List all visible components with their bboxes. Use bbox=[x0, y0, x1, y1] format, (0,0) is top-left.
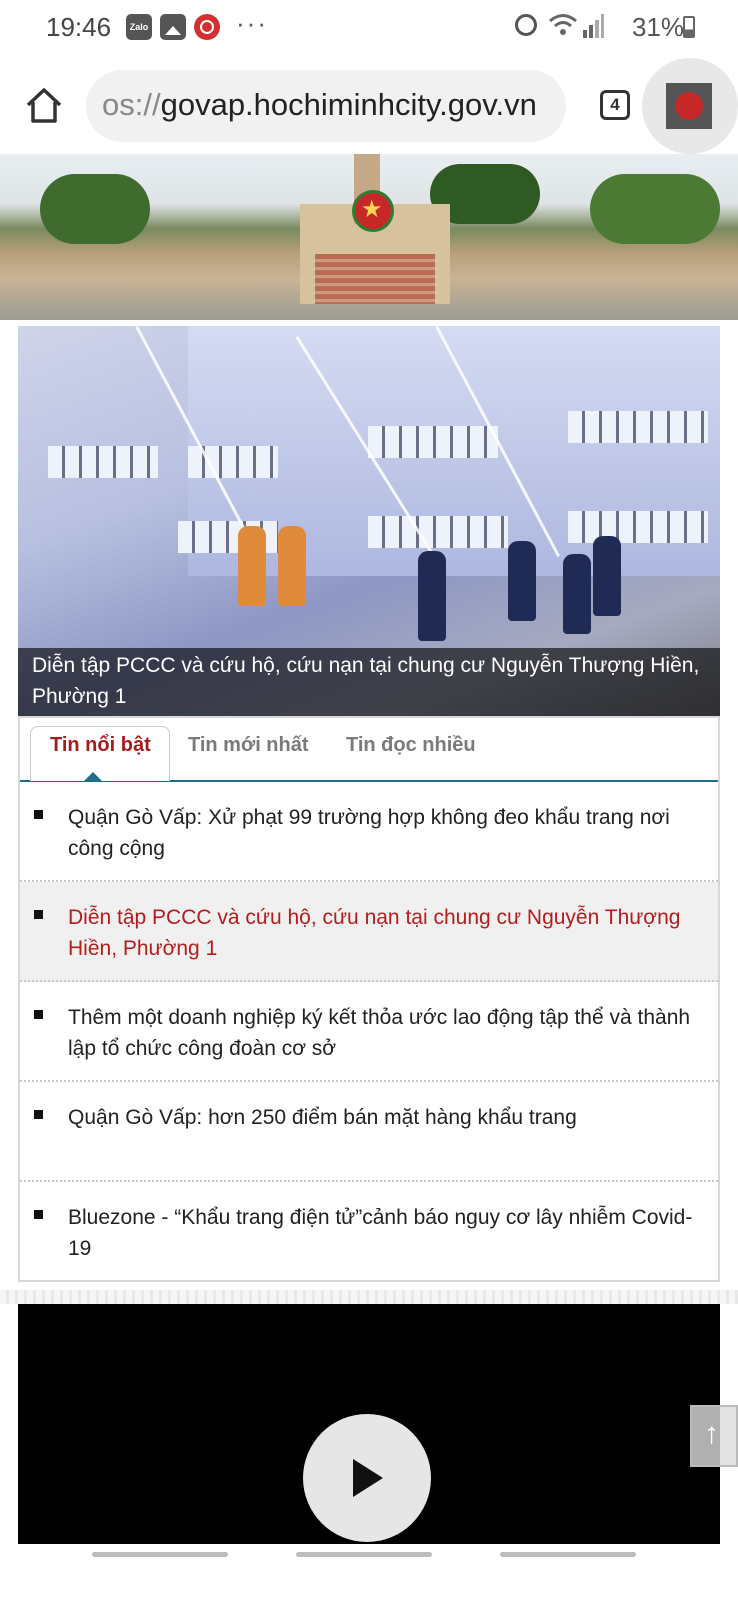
video-player[interactable] bbox=[18, 1304, 720, 1544]
news-item-title[interactable]: Quận Gò Vấp: Xử phạt 99 trường hợp không… bbox=[68, 802, 698, 864]
feature-photo-firefighter bbox=[418, 551, 446, 641]
signal-icon bbox=[583, 14, 604, 38]
section-divider bbox=[0, 1290, 738, 1304]
bullet-icon bbox=[34, 1110, 43, 1119]
feature-photo-window bbox=[568, 511, 708, 543]
news-tabs: Tin nổi bật Tin mới nhất Tin đọc nhiều bbox=[20, 718, 718, 782]
url-host: govap.hochiminhcity.gov.vn bbox=[160, 87, 537, 122]
feature-photo-window bbox=[568, 411, 708, 443]
feature-photo-window bbox=[368, 516, 508, 548]
header-banner-image bbox=[0, 154, 738, 320]
star-emblem-icon bbox=[352, 190, 394, 232]
address-bar[interactable]: os://govap.hochiminhcity.gov.vn bbox=[86, 70, 566, 142]
play-icon[interactable] bbox=[303, 1414, 431, 1542]
more-notifications-icon: ··· bbox=[236, 8, 268, 38]
battery-percent: 31% bbox=[631, 12, 684, 42]
browser-toolbar: os://govap.hochiminhcity.gov.vn 4 bbox=[0, 56, 738, 154]
featured-article[interactable]: Diễn tập PCCC và cứu hộ, cứu nạn tại chu… bbox=[18, 326, 720, 716]
active-tab-indicator bbox=[84, 772, 102, 781]
arrow-up-icon: ↑ bbox=[704, 1417, 719, 1450]
banner-tree bbox=[590, 174, 720, 244]
news-list-item[interactable]: Thêm một doanh nghiệp ký kết thỏa ước la… bbox=[20, 982, 718, 1082]
tab-tin-noi-bat[interactable]: Tin nổi bật bbox=[50, 734, 151, 757]
status-time: 19:46 bbox=[46, 12, 112, 42]
news-item-title[interactable]: Diễn tập PCCC và cứu hộ, cứu nạn tại chu… bbox=[68, 902, 698, 964]
home-icon[interactable] bbox=[24, 86, 64, 126]
feature-photo-window bbox=[368, 426, 498, 458]
zalo-icon: Zalo bbox=[126, 14, 152, 40]
banner-steps bbox=[315, 254, 435, 304]
status-bar: 19:46 Zalo ··· 31% bbox=[0, 0, 738, 56]
gallery-icon bbox=[160, 14, 186, 40]
feature-photo-firefighter bbox=[278, 526, 306, 606]
banner-tree bbox=[40, 174, 150, 244]
news-list-item[interactable]: Quận Gò Vấp: Xử phạt 99 trường hợp không… bbox=[20, 782, 718, 882]
feature-photo-window bbox=[48, 446, 158, 478]
bullet-icon bbox=[34, 910, 43, 919]
news-panel: Tin nổi bật Tin mới nhất Tin đọc nhiều Q… bbox=[18, 716, 720, 1282]
feature-photo-firefighter bbox=[593, 536, 621, 616]
extension-icon bbox=[666, 83, 712, 129]
featured-article-caption[interactable]: Diễn tập PCCC và cứu hộ, cứu nạn tại chu… bbox=[18, 648, 720, 716]
notification-app-icon bbox=[194, 14, 220, 40]
tab-tin-doc-nhieu[interactable]: Tin đọc nhiều bbox=[346, 734, 476, 757]
bullet-icon bbox=[34, 810, 43, 819]
tab-tin-moi-nhat[interactable]: Tin mới nhất bbox=[188, 734, 309, 757]
news-list-item[interactable]: Bluezone - “Khẩu trang điện tử”cảnh báo … bbox=[20, 1182, 718, 1282]
news-list-item[interactable]: Diễn tập PCCC và cứu hộ, cứu nạn tại chu… bbox=[20, 882, 718, 982]
tabs-icon[interactable]: 4 bbox=[600, 90, 630, 120]
bullet-icon bbox=[34, 1010, 43, 1019]
url-text: os://govap.hochiminhcity.gov.vn bbox=[102, 87, 537, 123]
news-item-title[interactable]: Bluezone - “Khẩu trang điện tử”cảnh báo … bbox=[68, 1202, 698, 1264]
bullet-icon bbox=[34, 1210, 43, 1219]
feature-photo-firefighter bbox=[238, 526, 266, 606]
feature-photo-firefighter bbox=[508, 541, 536, 621]
url-scheme: os:// bbox=[102, 87, 161, 122]
feature-photo-firefighter bbox=[563, 554, 591, 634]
nav-home-handle[interactable] bbox=[296, 1552, 432, 1557]
news-item-title[interactable]: Thêm một doanh nghiệp ký kết thỏa ước la… bbox=[68, 1002, 698, 1064]
system-navigation-bar bbox=[0, 1544, 738, 1599]
wifi-icon bbox=[549, 14, 577, 35]
extension-button[interactable] bbox=[642, 58, 738, 154]
scroll-to-top-button[interactable]: ↑ bbox=[690, 1405, 738, 1467]
nav-recent-handle[interactable] bbox=[92, 1552, 228, 1557]
alarm-icon bbox=[515, 14, 537, 36]
news-item-title[interactable]: Quận Gò Vấp: hơn 250 điểm bán mặt hàng k… bbox=[68, 1102, 698, 1133]
battery-icon bbox=[683, 16, 695, 38]
nav-back-handle[interactable] bbox=[500, 1552, 636, 1557]
news-list-item[interactable]: Quận Gò Vấp: hơn 250 điểm bán mặt hàng k… bbox=[20, 1082, 718, 1182]
